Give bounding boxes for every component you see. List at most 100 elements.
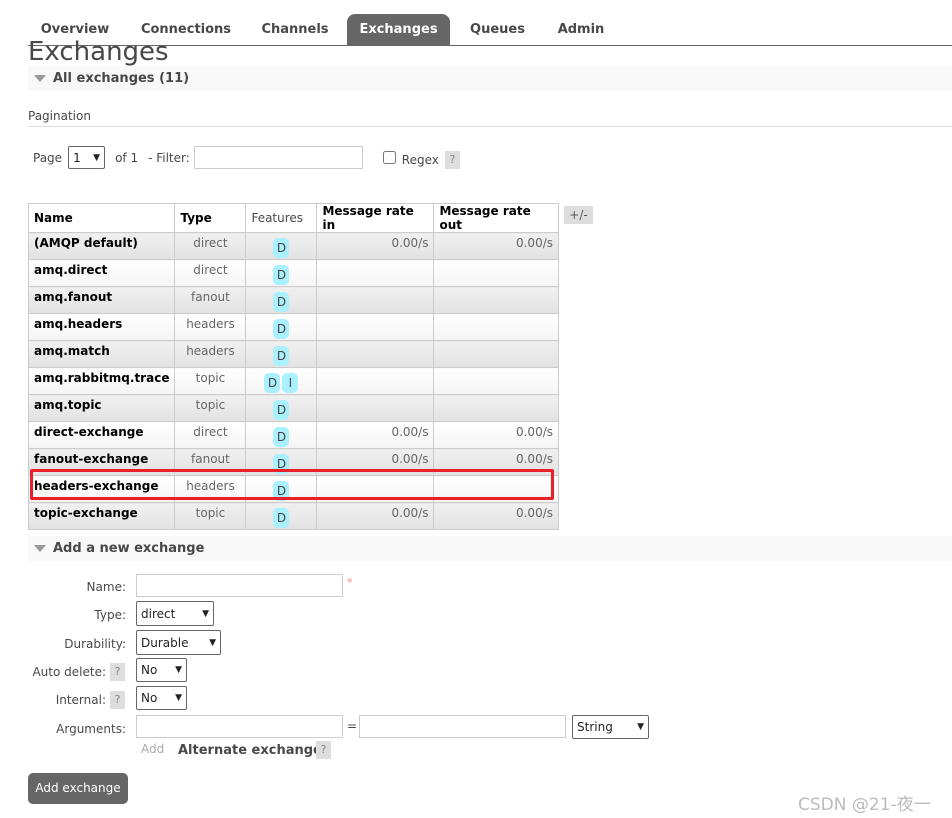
page-label: Page (33, 150, 63, 165)
exchange-features: D (245, 340, 318, 368)
exchange-features: D (245, 232, 318, 260)
exchange-name[interactable]: direct-exchange (27, 421, 176, 449)
tab-queues[interactable]: Queues (460, 14, 535, 46)
exchange-name[interactable]: amq.direct (27, 259, 176, 287)
auto-delete-help-icon[interactable]: ? (110, 663, 125, 681)
tab-admin[interactable]: Admin (548, 14, 614, 46)
col-rate-in[interactable]: Message rate in (316, 203, 435, 233)
feature-badge: D (273, 346, 290, 366)
name-label: Name: (86, 580, 126, 594)
table-row[interactable]: amq.direct direct D (27, 259, 559, 287)
rate-in (316, 286, 435, 314)
exchange-type: headers (174, 340, 247, 368)
name-input[interactable] (136, 574, 343, 597)
durability-label: Durability: (64, 637, 126, 651)
exchange-name[interactable]: (AMQP default) (27, 232, 176, 260)
add-argument-link[interactable]: Add (141, 742, 164, 756)
col-features[interactable]: Features (245, 203, 318, 233)
alternate-exchange-link[interactable]: Alternate exchange (178, 743, 322, 758)
tab-channels[interactable]: Channels (253, 14, 337, 46)
col-type[interactable]: Type (174, 203, 247, 233)
columns-toggle-button[interactable]: +/- (564, 206, 593, 224)
feature-badge: I (282, 373, 299, 393)
exchange-name[interactable]: amq.rabbitmq.trace (27, 367, 176, 395)
chevron-down-icon: ▼ (175, 665, 182, 675)
feature-badge: D (273, 319, 290, 339)
feature-badge: D (273, 508, 290, 528)
page-title: Exchanges (28, 37, 169, 67)
table-row[interactable]: topic-exchange topic D 0.00/s 0.00/s (27, 502, 559, 530)
auto-delete-value: No (141, 663, 158, 677)
argument-key-input[interactable] (136, 715, 343, 738)
alternate-exchange-help-icon[interactable]: ? (316, 741, 331, 759)
table-row[interactable]: amq.headers headers D (27, 313, 559, 341)
rate-out: 0.00/s (433, 421, 559, 449)
table-row[interactable]: amq.rabbitmq.trace topic D I (27, 367, 559, 395)
rate-out (433, 286, 559, 314)
exchange-features: D (245, 394, 318, 422)
feature-badge: D (273, 400, 290, 420)
table-row[interactable]: amq.match headers D (27, 340, 559, 368)
table-row[interactable]: direct-exchange direct D 0.00/s 0.00/s (27, 421, 559, 449)
exchange-type: direct (174, 232, 247, 260)
auto-delete-select[interactable]: No ▼ (136, 658, 187, 682)
rate-out: 0.00/s (433, 232, 559, 260)
internal-help-icon[interactable]: ? (110, 691, 125, 709)
table-row[interactable]: amq.topic topic D (27, 394, 559, 422)
argument-value-input[interactable] (359, 715, 566, 738)
filter-input[interactable] (193, 146, 363, 169)
exchange-type: headers (174, 313, 247, 341)
regex-checkbox[interactable] (382, 151, 396, 164)
exchange-features: DI (245, 367, 318, 395)
type-label: Type: (94, 608, 126, 622)
add-exchange-button[interactable]: Add exchange (28, 773, 128, 804)
feature-badge: D (273, 427, 290, 447)
add-exchange-header[interactable]: Add a new exchange (28, 536, 952, 561)
exchange-features: D (245, 259, 318, 287)
page-select[interactable]: 1 ▼ (68, 146, 106, 169)
durability-select[interactable]: Durable ▼ (136, 630, 221, 655)
exchange-type: topic (174, 502, 247, 530)
rate-in: 0.00/s (316, 421, 435, 449)
feature-badge: D (273, 292, 290, 312)
exchange-type: topic (174, 394, 247, 422)
all-exchanges-header[interactable]: All exchanges (11) (28, 66, 952, 91)
internal-label: Internal: (55, 693, 106, 707)
durability-value: Durable (141, 635, 189, 650)
type-select[interactable]: direct ▼ (136, 601, 214, 626)
section-title: All exchanges (11) (53, 71, 190, 86)
rate-in (316, 259, 435, 287)
exchange-features: D (245, 286, 318, 314)
watermark: CSDN @21-夜一 (798, 795, 931, 815)
filter-label: - Filter: (148, 150, 190, 165)
argument-type-select[interactable]: String ▼ (572, 715, 649, 739)
chevron-down-icon: ▼ (175, 693, 182, 703)
internal-value: No (141, 691, 158, 705)
table-row[interactable]: amq.fanout fanout D (27, 286, 559, 314)
exchange-name[interactable]: amq.fanout (27, 286, 176, 314)
exchange-name[interactable]: topic-exchange (27, 502, 176, 530)
rate-out (433, 259, 559, 287)
required-asterisk: * (347, 576, 353, 589)
internal-select[interactable]: No ▼ (136, 686, 187, 710)
page-value: 1 (73, 150, 81, 165)
regex-help-icon[interactable]: ? (444, 150, 460, 169)
highlight-box (30, 469, 554, 500)
rate-out: 0.00/s (433, 502, 559, 530)
table-row[interactable]: (AMQP default) direct D 0.00/s 0.00/s (27, 232, 559, 260)
exchange-name[interactable]: amq.topic (27, 394, 176, 422)
col-rate-out[interactable]: Message rate out (433, 203, 559, 233)
tab-exchanges[interactable]: Exchanges (347, 14, 450, 46)
exchange-features: D (245, 421, 318, 449)
exchange-name[interactable]: amq.match (27, 340, 176, 368)
argument-type-value: String (577, 720, 613, 734)
rate-in (316, 340, 435, 368)
col-name[interactable]: Name (27, 203, 176, 233)
rate-in (316, 367, 435, 395)
rate-in (316, 313, 435, 341)
rate-out (433, 394, 559, 422)
exchange-name[interactable]: amq.headers (27, 313, 176, 341)
feature-badge: D (264, 373, 281, 393)
chevron-down-icon: ▼ (209, 637, 216, 648)
section-title: Add a new exchange (53, 541, 205, 556)
